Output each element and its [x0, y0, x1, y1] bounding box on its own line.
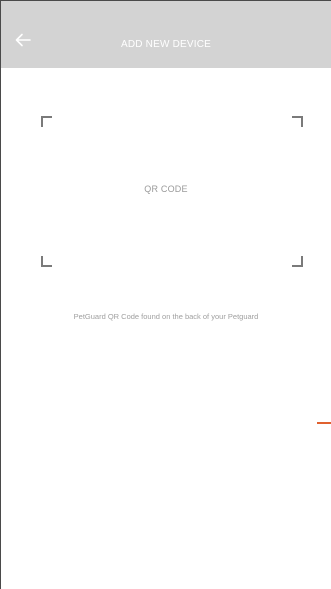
qr-hint-text: PetGuard QR Code found on the back of yo…: [73, 312, 259, 321]
page-title: ADD NEW DEVICE: [120, 39, 212, 50]
qr-code-label: QR CODE: [144, 184, 188, 194]
add-device-screen: ADD NEW DEVICE QR CODE PetGuard QR Code …: [0, 0, 331, 589]
scanner-corner-top-right: [292, 116, 303, 127]
scanner-corner-bottom-left: [41, 256, 52, 267]
app-header: ADD NEW DEVICE: [1, 1, 331, 68]
accent-indicator: [317, 422, 331, 424]
scanner-corner-bottom-right: [292, 256, 303, 267]
scanner-corner-top-left: [41, 116, 52, 127]
